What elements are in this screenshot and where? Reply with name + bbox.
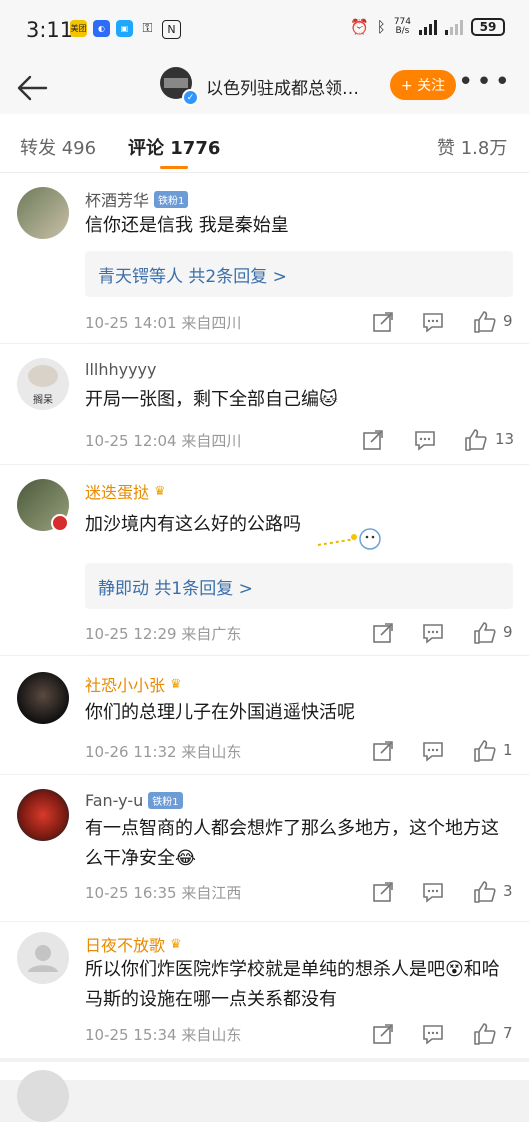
active-tab-indicator: [160, 166, 188, 169]
comment-text: 信你还是信我 我是秦始皇: [85, 215, 289, 236]
comment-text: 加沙境内有这么好的公路吗: [85, 514, 301, 535]
status-right: ⏰ ᛒ 774 B/s 59: [350, 18, 505, 36]
tab-likes[interactable]: 赞 1.8万: [437, 134, 507, 160]
comment-text: 你们的总理儿子在外国逍遥快活呢: [85, 702, 355, 723]
comment-text: 开局一张图，剩下全部自己编🐱: [85, 389, 338, 410]
like-count: 7: [503, 1024, 513, 1042]
comment-item-partial: [0, 1062, 529, 1122]
avatar[interactable]: [17, 789, 69, 841]
comment-item: Fan-y-u 铁粉1 有一点智商的人都会想炸了那么多地方，这个地方这么干净安全…: [0, 775, 529, 921]
app-icon: ◐: [93, 20, 110, 37]
commenter-name[interactable]: lllhhyyyy: [85, 360, 157, 379]
status-time: 3:11: [26, 18, 74, 42]
comment-item: 杯酒芳华 铁粉1 信你还是信我 我是秦始皇 青天锷等人 共2条回复 > 10-2…: [0, 173, 529, 343]
comment-actions: 7: [360, 1021, 520, 1047]
share-icon[interactable]: [370, 879, 396, 905]
avatar[interactable]: [17, 187, 69, 239]
avatar[interactable]: 搁呆: [17, 358, 69, 410]
message-app-icon: ▣: [116, 20, 133, 37]
comment-item: 迷迭蛋挞 ♛ 加沙境内有这么好的公路吗 静即动 共1条回复 > 10-25 12…: [0, 465, 529, 655]
avatar[interactable]: [17, 672, 69, 724]
comment-item: 搁呆 lllhhyyyy 开局一张图，剩下全部自己编🐱 10-25 12:04 …: [0, 344, 529, 464]
crown-icon: ♛: [170, 936, 182, 952]
commenter-name[interactable]: 社恐小小张 ♛: [85, 672, 182, 696]
back-arrow-icon[interactable]: [14, 70, 50, 106]
meituan-icon: 美团: [70, 20, 87, 37]
reply-icon[interactable]: [412, 427, 438, 453]
crown-icon: ♛: [170, 676, 182, 692]
post-tabs: 转发 496 评论 1776 赞 1.8万: [0, 114, 529, 173]
like-count: 9: [503, 312, 513, 330]
like-icon[interactable]: [472, 738, 498, 764]
comment-meta: 10-25 14:01 来自四川: [85, 314, 242, 332]
tab-reposts[interactable]: 转发 496: [20, 134, 96, 160]
tab-comments[interactable]: 评论 1776: [128, 134, 220, 160]
share-icon[interactable]: [370, 620, 396, 646]
notification-icons: 美团 ◐ ▣ ⚿ N: [70, 20, 181, 39]
comment-actions: 3: [360, 879, 520, 905]
author-name[interactable]: 以色列驻成都总领…: [206, 74, 359, 99]
reply-icon[interactable]: [420, 879, 446, 905]
top-nav-bar: ✓ 以色列驻成都总领… + 关注 •••: [0, 62, 529, 114]
crown-icon: ♛: [154, 483, 166, 499]
replies-link[interactable]: 静即动 共1条回复 >: [85, 563, 513, 609]
reply-icon[interactable]: [420, 309, 446, 335]
verified-icon: ✓: [182, 89, 199, 106]
like-icon[interactable]: [472, 879, 498, 905]
comment-actions: 9: [360, 309, 520, 335]
like-count: 1: [503, 741, 513, 759]
comment-meta: 10-26 11:32 来自山东: [85, 743, 242, 761]
signal-icon: [419, 19, 437, 35]
like-icon[interactable]: [472, 620, 498, 646]
comment-item: 日夜不放歌 ♛ 所以你们炸医院炸学校就是单纯的想杀人是吧😵和哈马斯的设施在哪一点…: [0, 922, 529, 1058]
reply-icon[interactable]: [420, 1021, 446, 1047]
fan-badge: 铁粉1: [148, 792, 183, 809]
share-icon[interactable]: [360, 427, 386, 453]
reply-icon[interactable]: [420, 738, 446, 764]
commenter-name[interactable]: 杯酒芳华 铁粉1: [85, 187, 189, 211]
key-icon: ⚿: [142, 21, 153, 36]
like-count: 9: [503, 623, 513, 641]
signal-2-icon: [445, 19, 463, 35]
comment-text: 所以你们炸医院炸学校就是单纯的想杀人是吧😵和哈马斯的设施在哪一点关系都没有: [85, 959, 500, 1010]
commenter-name[interactable]: 迷迭蛋挞 ♛: [85, 479, 166, 503]
comment-actions: 9: [360, 620, 520, 646]
replies-link[interactable]: 青天锷等人 共2条回复 >: [85, 251, 513, 297]
comment-meta: 10-25 15:34 来自山东: [85, 1026, 242, 1044]
comment-text: 有一点智商的人都会想炸了那么多地方，这个地方这么干净安全😂: [85, 818, 499, 869]
comment-item: 社恐小小张 ♛ 你们的总理儿子在外国逍遥快活呢 10-26 11:32 来自山东…: [0, 656, 529, 774]
more-options-icon[interactable]: •••: [458, 69, 513, 95]
like-icon[interactable]: [472, 309, 498, 335]
comment-meta: 10-25 12:04 来自四川: [85, 432, 242, 450]
status-bar: 3:11 美团 ◐ ▣ ⚿ N ⏰ ᛒ 774 B/s 59: [0, 0, 529, 62]
alarm-icon: ⏰: [350, 18, 369, 36]
comment-meta: 10-25 16:35 来自江西: [85, 884, 242, 902]
avatar[interactable]: [17, 1070, 69, 1122]
avatar[interactable]: [17, 932, 69, 984]
like-count: 3: [503, 882, 513, 900]
share-icon[interactable]: [370, 738, 396, 764]
nfc-icon: N: [162, 20, 181, 39]
share-icon[interactable]: [370, 309, 396, 335]
comment-actions: 1: [360, 738, 520, 764]
like-icon[interactable]: [463, 427, 489, 453]
battery-icon: 59: [471, 18, 505, 36]
commenter-name[interactable]: 日夜不放歌 ♛: [85, 932, 182, 956]
sticker-icon: [310, 515, 385, 557]
like-count: 13: [495, 430, 515, 448]
share-icon[interactable]: [370, 1021, 396, 1047]
bluetooth-icon: ᛒ: [376, 18, 386, 36]
comment-actions: 13: [360, 427, 520, 453]
avatar-badge-icon: [51, 514, 69, 532]
fan-badge: 铁粉1: [154, 190, 189, 208]
reply-icon[interactable]: [420, 620, 446, 646]
comment-meta: 10-25 12:29 来自广东: [85, 625, 242, 643]
commenter-name[interactable]: Fan-y-u 铁粉1: [85, 791, 183, 810]
net-speed: 774 B/s: [393, 17, 411, 36]
follow-button[interactable]: + 关注: [390, 70, 456, 100]
like-icon[interactable]: [472, 1021, 498, 1047]
